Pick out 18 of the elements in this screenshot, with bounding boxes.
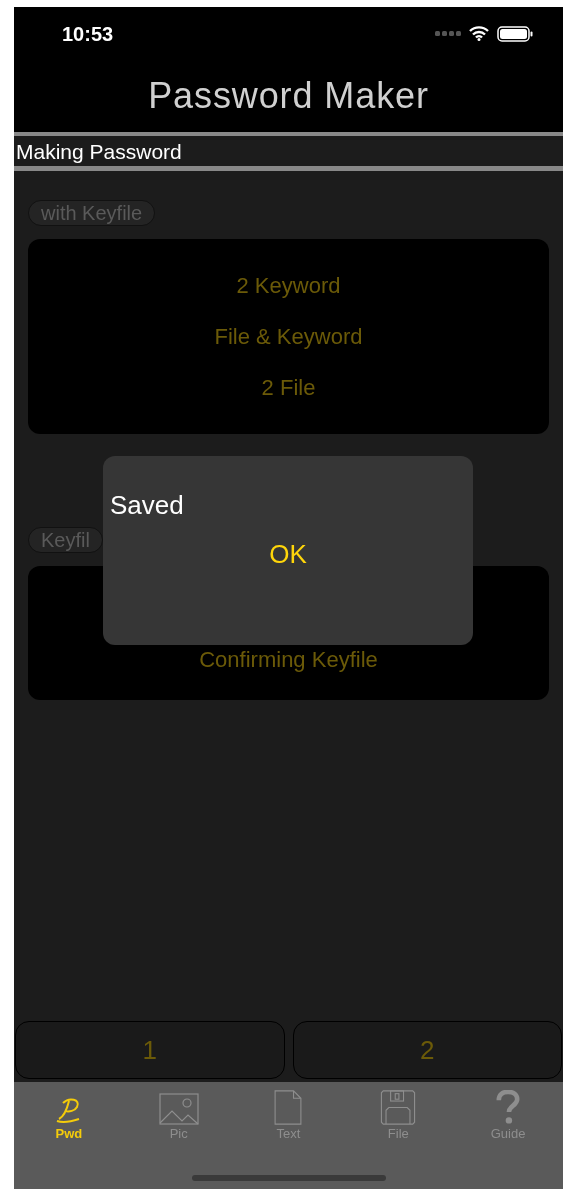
battery-icon: [497, 25, 533, 42]
status-time: 10:53: [62, 21, 114, 47]
tab-item[interactable]: Pwd: [14, 1090, 124, 1140]
ok-button[interactable]: OK: [269, 535, 307, 574]
option-item[interactable]: File & Keyword: [214, 321, 363, 352]
wifi-icon: [469, 26, 489, 41]
option-item[interactable]: Confirming Keyfile: [199, 644, 378, 675]
alert-message: Saved: [110, 489, 185, 522]
option-item[interactable]: 2 Keyword: [236, 270, 341, 301]
signal-icon: [435, 30, 461, 37]
document-icon: [273, 1090, 304, 1125]
number-button[interactable]: 2: [292, 1021, 562, 1079]
image-icon: [158, 1093, 199, 1125]
app-title: Password Maker: [148, 74, 429, 118]
section-header: Making Password: [16, 140, 182, 162]
option-item[interactable]: 2 File: [261, 372, 316, 403]
number-button[interactable]: 1: [15, 1021, 285, 1079]
question-mark-icon: [495, 1090, 522, 1125]
